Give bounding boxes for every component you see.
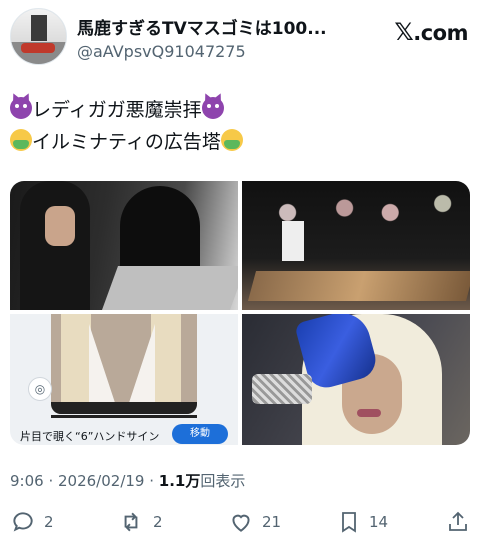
post-text: レディガガ悪魔崇拝 イルミナティの広告塔 <box>10 94 243 158</box>
heart-icon <box>228 509 254 535</box>
repost-count: 2 <box>153 513 163 531</box>
post-line-2-text: イルミナティの広告塔 <box>32 131 221 153</box>
media-photo-1[interactable] <box>10 181 238 310</box>
post-line-1-text: レディガガ悪魔崇拝 <box>32 99 202 121</box>
post-header: 馬鹿すぎるTVマスゴミは100... @aAVpsvQ91047275 𝕏.co… <box>10 8 470 68</box>
share-icon <box>446 509 470 535</box>
share-button[interactable] <box>446 508 470 536</box>
meta-separator: · <box>144 472 159 490</box>
reply-icon <box>10 509 36 535</box>
meta-separator: · <box>43 472 58 490</box>
nauseated-face-icon <box>220 129 243 151</box>
bookmark-count: 14 <box>369 513 389 531</box>
media-photo-2[interactable] <box>242 181 470 310</box>
lens-search-icon[interactable]: ◎ <box>28 377 52 401</box>
post-line-1: レディガガ悪魔崇拝 <box>10 94 243 126</box>
bookmark-icon <box>337 509 361 535</box>
post-time[interactable]: 9:06 <box>10 472 44 490</box>
post-meta: 9:06 · 2026/02/19 · 1.1万回表示 <box>10 470 245 491</box>
bookmark-button[interactable]: 14 <box>337 508 388 536</box>
brand-label: .com <box>413 21 468 45</box>
post-line-2: イルミナティの広告塔 <box>10 126 243 158</box>
media-photo-3[interactable]: ◎ 片目で覗く“6”ハンドサイン 移動 <box>10 314 238 445</box>
media-grid: ◎ 片目で覗く“6”ハンドサイン 移動 <box>10 181 470 445</box>
reply-button[interactable]: 2 <box>10 508 54 536</box>
x-com-logo: 𝕏.com <box>394 18 468 46</box>
user-handle[interactable]: @aAVpsvQ91047275 <box>77 42 246 61</box>
display-name[interactable]: 馬鹿すぎるTVマスゴミは100... <box>77 14 327 39</box>
repost-button[interactable]: 2 <box>117 508 163 536</box>
smiling-devil-icon <box>201 97 224 119</box>
action-bar: 2 2 21 14 <box>10 508 470 536</box>
avatar[interactable] <box>10 8 67 65</box>
like-button[interactable]: 21 <box>228 508 281 536</box>
divider <box>51 415 197 418</box>
nauseated-face-icon <box>10 129 32 151</box>
reply-count: 2 <box>44 513 54 531</box>
x-logo-icon: 𝕏 <box>394 18 414 46</box>
embedded-screenshot <box>51 314 197 414</box>
views-count: 1.1万 <box>158 472 201 490</box>
repost-icon <box>117 509 145 535</box>
media-photo-4[interactable] <box>242 314 470 445</box>
move-button[interactable]: 移動 <box>172 424 228 444</box>
smiling-devil-icon <box>10 97 32 119</box>
media-caption: 片目で覗く“6”ハンドサイン <box>20 430 160 443</box>
views-label: 回表示 <box>200 472 246 490</box>
post-date[interactable]: 2026/02/19 <box>58 472 144 490</box>
like-count: 21 <box>262 513 282 531</box>
